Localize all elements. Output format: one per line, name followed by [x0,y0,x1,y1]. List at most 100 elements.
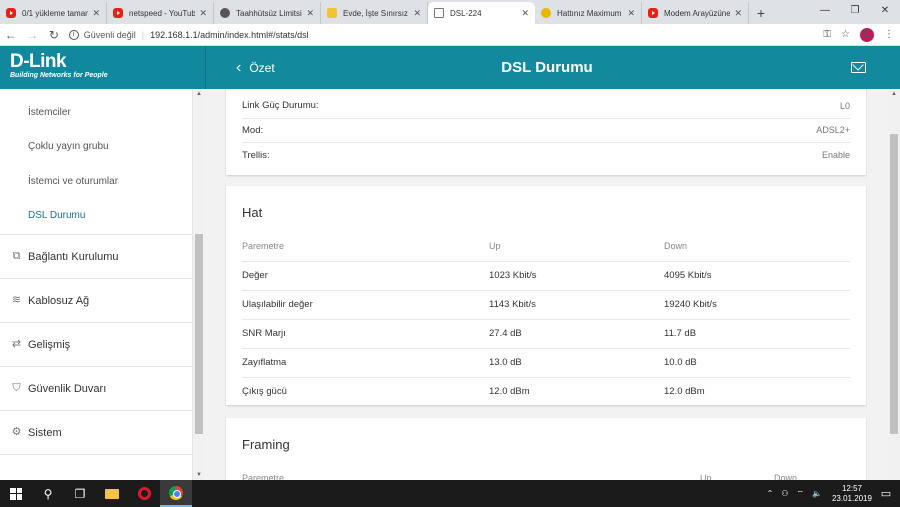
sidebar-item-label: Gelişmiş [28,338,71,351]
close-tab-icon[interactable]: ✕ [199,8,207,19]
scroll-up-icon[interactable]: ▲ [888,91,900,97]
scroll-up-icon[interactable]: ▲ [193,91,205,97]
page-header: ‹ Özet DSL Durumu [205,46,888,89]
back-to-summary-link[interactable]: ‹ Özet [236,58,275,76]
window-controls: — ❐ ✕ [810,0,900,22]
dlink-logo[interactable]: D-Link [10,52,205,71]
tab-title: Evde, İşte Sınırsız İnternet [343,8,409,18]
windows-taskbar: ⚲ ❐ ⌃ ⚇ ⌔ 🔈 12:57 23.01.2019 ▭ [0,480,900,507]
column-header: Down [774,464,850,480]
restore-icon[interactable]: ❐ [840,0,870,22]
close-tab-icon[interactable]: ✕ [413,8,421,19]
content-scrollbar[interactable]: ▲ [888,89,900,480]
volume-icon[interactable]: 🔈 [812,489,822,498]
star-icon[interactable]: ☆ [841,29,850,40]
network-icon[interactable]: ⌔ [796,489,804,499]
browser-tab-5-active[interactable]: DSL-224 ✕ [428,2,535,24]
mail-icon[interactable] [851,62,866,73]
forward-arrow-icon[interactable]: → [22,28,44,42]
back-label: Özet [249,60,275,75]
tab-title: DSL-224 [450,8,482,18]
sidebar-scrollbar[interactable]: ▲ ▼ [193,89,205,480]
browser-tab-2[interactable]: netspeed - YouTube ✕ [107,2,214,24]
sidebar-item-label: Güvenlik Duvarı [28,382,107,395]
sidebar-item-wireless[interactable]: ≋ Kablosuz Ağ [0,279,192,323]
table-row: Ulaşılabilir değer 1143 Kbit/s 19240 Kbi… [242,290,850,320]
close-window-icon[interactable]: ✕ [870,0,900,22]
line-card: Hat Paremetre Up Down Değer 1023 Kbit/s … [226,186,866,405]
tab-title: netspeed - YouTube [129,8,196,18]
sidebar-subitem-clients[interactable]: İstemciler [0,95,192,130]
browser-tab-6[interactable]: Hattınız Maximum ✕ [535,2,642,24]
column-header: Up [489,232,664,262]
close-tab-icon[interactable]: ✕ [306,8,314,19]
sidebar-subitem-sessions[interactable]: İstemci ve oturumlar [0,164,192,199]
param-cell: SNR Marjı [242,319,489,349]
sidebar-subitem-multicast[interactable]: Çoklu yayın grubu [0,130,192,165]
content-scrollbar-thumb[interactable] [890,134,898,434]
status-key: Trellis: [242,149,270,161]
address-bar[interactable]: i Güvenli değil | 192.168.1.1/admin/inde… [68,26,814,44]
clock[interactable]: 12:57 23.01.2019 [832,484,872,504]
tab-title: Hattınız Maximum [557,8,622,18]
key-icon[interactable]: ⚿ [823,29,831,40]
sidebar-scrollbar-thumb[interactable] [195,234,203,434]
sidebar-subitem-dsl-status[interactable]: DSL Durumu [0,199,192,234]
file-explorer-button[interactable] [96,480,128,507]
sidebar-item-connection-setup[interactable]: ⧉ Bağlantı Kurulumu [0,235,192,279]
param-cell: Zayıflatma [242,348,489,378]
sidebar-item-firewall[interactable]: ⛉ Güvenlik Duvarı [0,367,192,411]
column-header: Paremetre [242,232,489,262]
opera-button[interactable] [128,480,160,507]
browser-tab-1[interactable]: 0/1 yükleme tamamı ✕ [0,2,107,24]
chrome-button[interactable] [160,480,192,507]
status-value: L0 [839,100,850,111]
page-icon [434,8,444,18]
minimize-icon[interactable]: — [810,0,840,22]
mask-icon [220,8,230,18]
menu-dots-icon[interactable]: ⋮ [884,29,894,40]
status-value: ADSL2+ [816,125,850,136]
url-text[interactable]: 192.168.1.1/admin/index.html#/stats/dsl [150,30,309,40]
down-cell: 11.7 dB [664,319,850,349]
sidebar-item-system[interactable]: ⚙ Sistem [0,411,192,455]
info-icon[interactable]: i [68,29,79,40]
framing-card-title: Framing [242,437,290,452]
brand-bar: D-Link Building Networks for People [0,46,205,89]
task-view-icon[interactable]: ❐ [64,480,96,507]
address-separator: | [141,29,145,40]
table-row: Zayıflatma 13.0 dB 10.0 dB [242,348,850,378]
chevron-left-icon: ‹ [236,58,242,76]
column-header: Down [664,232,850,262]
tab-title: Modem Arayüzüne [664,8,731,18]
close-tab-icon[interactable]: ✕ [734,8,742,19]
down-cell: 10.0 dB [664,348,850,378]
line-table: Paremetre Up Down Değer 1023 Kbit/s 4095… [242,232,850,406]
browser-tab-4[interactable]: Evde, İşte Sınırsız İnternet ✕ [321,2,428,24]
start-button[interactable] [0,480,32,507]
search-icon[interactable]: ⚲ [32,480,64,507]
system-tray: ⌃ ⚇ ⌔ 🔈 12:57 23.01.2019 ▭ [759,484,900,504]
page-title: DSL Durumu [501,59,593,76]
table-row: Değer 1023 Kbit/s 4095 Kbit/s [242,261,850,291]
browser-tab-7[interactable]: Modem Arayüzüne ✕ [642,2,749,24]
sidebar: İstemciler Çoklu yayın grubu İstemci ve … [0,89,193,480]
sidebar-item-advanced[interactable]: ⇄ Gelişmiş [0,323,192,367]
chevron-up-icon[interactable]: ⌃ [767,489,774,498]
close-tab-icon[interactable]: ✕ [521,8,529,19]
windows-icon [10,487,22,500]
youtube-icon [648,8,658,18]
close-tab-icon[interactable]: ✕ [92,8,100,19]
close-tab-icon[interactable]: ✕ [627,8,635,19]
people-icon[interactable]: ⚇ [781,489,788,498]
notification-icon[interactable]: ▭ [872,487,900,500]
browser-tab-3[interactable]: Taahhütsüz Limitsiz ✕ [214,2,321,24]
profile-avatar[interactable]: E [860,27,875,42]
new-tab-button[interactable]: + [749,2,773,24]
youtube-icon [6,8,16,18]
scroll-down-icon[interactable]: ▼ [193,472,205,478]
down-cell: 19240 Kbit/s [664,290,850,320]
back-arrow-icon[interactable]: ← [0,28,22,42]
reload-icon[interactable]: ↻ [43,28,65,42]
brand-tagline: Building Networks for People [10,72,108,79]
